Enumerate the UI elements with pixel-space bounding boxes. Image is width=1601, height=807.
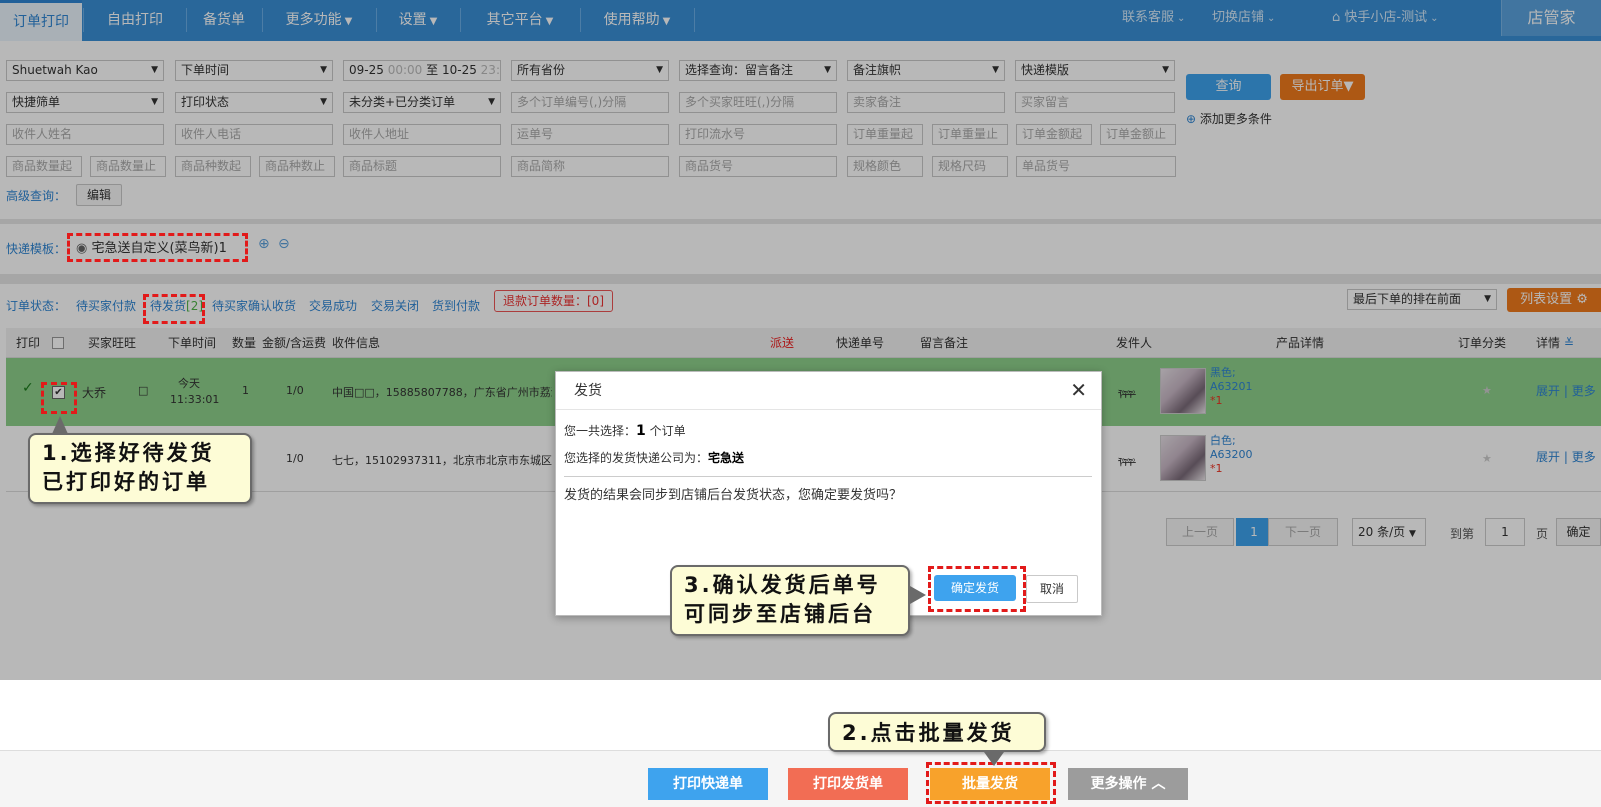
- callout-tail: [52, 416, 68, 434]
- dialog-message: 发货的结果会同步到店铺后台发货状态，您确定要发货吗？: [564, 488, 903, 503]
- callout-step1: 1.选择好待发货 已打印好的订单: [28, 433, 252, 504]
- callout-step1-line2: 已打印好的订单: [42, 470, 210, 494]
- callout-step1-line1: 1.选择好待发货: [42, 441, 215, 465]
- highlight-pending-tab: [143, 294, 205, 324]
- page-background: [0, 680, 1601, 750]
- print-invoice-button[interactable]: 打印发货单: [788, 768, 908, 800]
- callout-tail: [910, 586, 926, 604]
- dialog-divider: [564, 476, 1092, 477]
- company-name: 宅急送: [708, 451, 745, 465]
- chevron-up-icon: ︿: [1151, 776, 1166, 792]
- print-express-button[interactable]: 打印快递单: [648, 768, 768, 800]
- highlight-batch-ship: [926, 762, 1056, 804]
- more-operations-button[interactable]: 更多操作 ︿: [1068, 768, 1188, 800]
- close-icon[interactable]: ✕: [1070, 378, 1087, 402]
- highlight-row-checkbox: [41, 382, 77, 414]
- callout-tail: [984, 752, 1004, 766]
- callout-step3: 3.确认发货后单号 可同步至店铺后台: [670, 565, 910, 636]
- callout-step2-text: 2.点击批量发货: [842, 721, 1015, 745]
- selected-prefix: 您一共选择：: [564, 424, 637, 438]
- dialog-title: 发货: [556, 372, 1101, 410]
- company-prefix: 您选择的发货快递公司为：: [564, 451, 709, 465]
- selected-suffix: 个订单: [649, 424, 686, 438]
- highlight-confirm-ship: [928, 566, 1026, 612]
- more-operations-label: 更多操作: [1090, 776, 1147, 792]
- highlight-template: [67, 233, 248, 262]
- selected-count: 1: [636, 423, 646, 439]
- express-company-line: 您选择的发货快递公司为：宅急送: [564, 449, 744, 466]
- callout-step3-line2: 可同步至店铺后台: [684, 602, 876, 626]
- cancel-button[interactable]: 取消: [1026, 575, 1078, 603]
- callout-step3-line1: 3.确认发货后单号: [684, 573, 881, 597]
- selected-count-line: 您一共选择：1 个订单: [564, 422, 686, 439]
- callout-step2: 2.点击批量发货: [828, 712, 1046, 752]
